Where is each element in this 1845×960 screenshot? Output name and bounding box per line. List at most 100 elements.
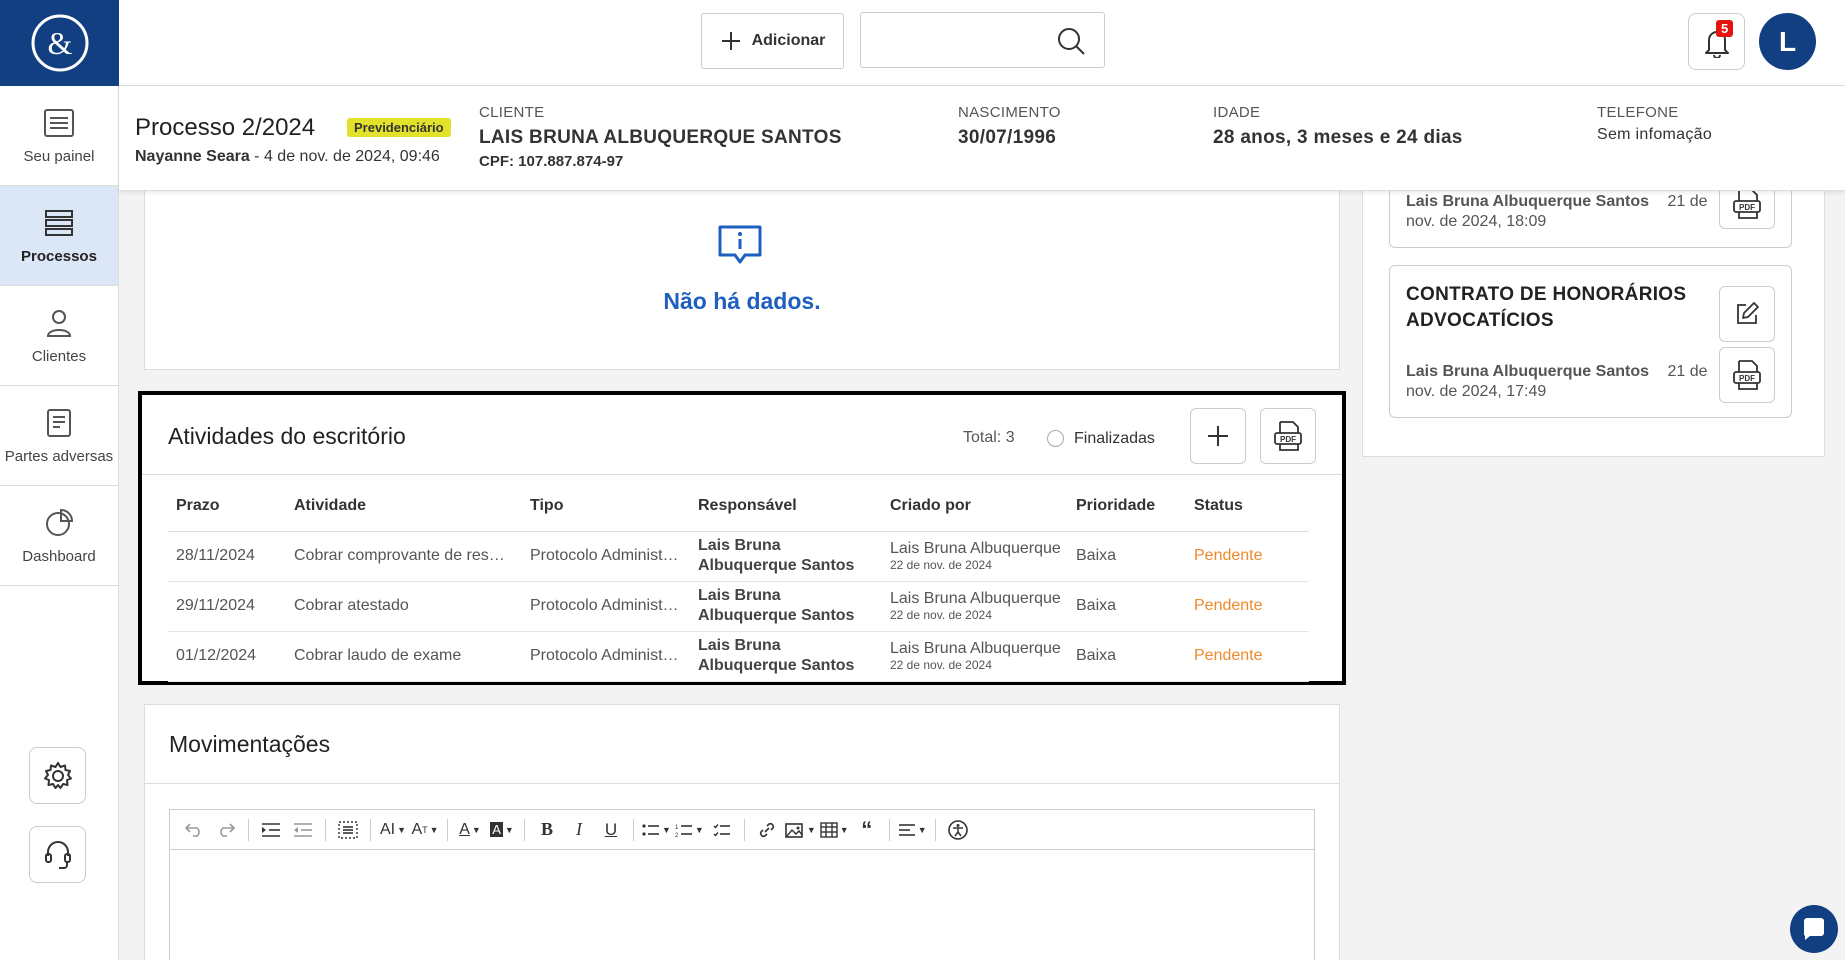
- font-color-icon[interactable]: A ▼: [456, 816, 484, 844]
- search-input[interactable]: [860, 12, 1105, 68]
- list-icon: [42, 106, 76, 140]
- edit-document-button[interactable]: [1719, 286, 1775, 342]
- document-meta: Lais Bruna Albuquerque Santos 21 de nov.…: [1406, 362, 1708, 402]
- documents-panel: Lais Bruna Albuquerque Santos 21 de nov.…: [1362, 179, 1825, 457]
- pdf-icon: PDF: [1274, 421, 1302, 451]
- italic-icon[interactable]: I: [565, 816, 593, 844]
- column-header-status[interactable]: Status: [1186, 481, 1309, 532]
- avatar[interactable]: L: [1759, 13, 1816, 70]
- pdf-icon: PDF: [1733, 188, 1761, 219]
- chat-button[interactable]: [1790, 905, 1838, 953]
- cell-criado-por: Lais Bruna Albuquerque 22 de nov. de 2024: [882, 631, 1068, 682]
- brand-logo[interactable]: &: [0, 0, 119, 86]
- process-author: Nayanne Seara: [135, 148, 250, 165]
- phone-value: Sem infomação: [1597, 126, 1713, 143]
- finalized-radio[interactable]: [1047, 430, 1064, 447]
- table-row[interactable]: 28/11/2024 Cobrar comprovante de residên…: [168, 531, 1309, 582]
- table-icon[interactable]: ▼: [820, 816, 849, 844]
- add-button[interactable]: Adicionar: [701, 13, 844, 69]
- toolbar-divider: [633, 818, 634, 841]
- todo-list-icon[interactable]: [708, 816, 736, 844]
- background-color-icon[interactable]: A ▼: [488, 816, 516, 844]
- birth-label: NASCIMENTO: [958, 104, 1061, 121]
- sidebar-item-label: Clientes: [31, 348, 87, 365]
- notification-badge: 5: [1716, 20, 1734, 37]
- column-header-prioridade[interactable]: Prioridade: [1068, 481, 1186, 532]
- blockquote-icon[interactable]: “: [853, 816, 881, 844]
- cell-prioridade: Baixa: [1068, 631, 1186, 682]
- table-row[interactable]: 29/11/2024 Cobrar atestado Protocolo Adm…: [168, 581, 1309, 632]
- indent-icon[interactable]: [257, 816, 285, 844]
- client-field: CLIENTE LAIS BRUNA ALBUQUERQUE SANTOS CP…: [479, 104, 842, 170]
- creator-name: Lais Bruna Albuquerque: [890, 640, 1061, 657]
- document-card[interactable]: Lais Bruna Albuquerque Santos 21 de nov.…: [1389, 179, 1792, 248]
- cell-status: Pendente: [1186, 531, 1309, 582]
- cell-atividade-text: Cobrar comprovante de residência: [294, 547, 506, 564]
- sidebar-item-partes-adversas[interactable]: Partes adversas: [0, 386, 118, 486]
- activities-total: Total: 3: [963, 429, 1015, 446]
- activities-title: Atividades do escritório: [168, 423, 406, 449]
- font-family-icon[interactable]: A T ▼: [411, 816, 439, 844]
- bulleted-list-icon[interactable]: ▼: [642, 816, 671, 844]
- sidebar-item-dashboard[interactable]: Dashboard: [0, 486, 118, 586]
- document-date-rest: nov. de 2024, 18:09: [1406, 213, 1547, 230]
- download-pdf-button[interactable]: PDF: [1719, 347, 1775, 403]
- export-pdf-button[interactable]: PDF: [1260, 408, 1316, 464]
- activities-divider: [142, 474, 1342, 475]
- cell-tipo: Protocolo Administrativo: [522, 531, 690, 582]
- column-header-criado-por[interactable]: Criado por: [882, 481, 1068, 532]
- underline-icon[interactable]: U: [597, 816, 625, 844]
- column-header-atividade[interactable]: Atividade: [286, 481, 522, 532]
- link-icon[interactable]: [753, 816, 781, 844]
- accessibility-icon[interactable]: [944, 816, 972, 844]
- search-icon[interactable]: [1056, 26, 1086, 61]
- outdent-icon[interactable]: [289, 816, 317, 844]
- sidebar-item-label: Dashboard: [22, 548, 96, 565]
- creator-date: 22 de nov. de 2024: [890, 608, 992, 622]
- cell-prazo: 29/11/2024: [168, 581, 286, 632]
- creator-date: 22 de nov. de 2024: [890, 658, 992, 672]
- svg-text:&: &: [47, 25, 72, 61]
- cell-responsavel: Lais Bruna Albuquerque Santos: [690, 581, 882, 632]
- notifications-button[interactable]: 5: [1688, 13, 1745, 70]
- movements-card: Movimentações AI ▼ A T ▼ A ▼ A ▼ B I U ▼ 1 2 ▼: [144, 704, 1340, 960]
- cell-atividade: Cobrar comprovante de residência: [286, 531, 522, 582]
- numbered-list-icon[interactable]: 1 2 ▼: [675, 816, 704, 844]
- sidebar-item-clientes[interactable]: Clientes: [0, 286, 118, 386]
- svg-text:1: 1: [675, 825, 679, 831]
- rich-text-editor[interactable]: AI ▼ A T ▼ A ▼ A ▼ B I U ▼ 1 2 ▼ ▼ ▼ “ ▼: [169, 809, 1315, 960]
- table-row[interactable]: 01/12/2024 Cobrar laudo de exame Protoco…: [168, 631, 1309, 682]
- toolbar-divider: [934, 818, 936, 841]
- image-icon[interactable]: ▼: [785, 816, 816, 844]
- document-date-rest: nov. de 2024, 17:49: [1406, 383, 1547, 400]
- undo-icon[interactable]: [180, 816, 208, 844]
- gear-icon: [43, 761, 72, 789]
- sidebar-item-label: Processos: [21, 248, 97, 265]
- settings-button[interactable]: [29, 747, 86, 804]
- sidebar-item-processos[interactable]: Processos: [0, 186, 118, 286]
- align-icon[interactable]: ▼: [898, 816, 927, 844]
- cell-tipo: Protocolo Administrativo: [522, 631, 690, 682]
- cell-tipo: Protocolo Administrativo: [522, 581, 690, 632]
- redo-icon[interactable]: [212, 816, 240, 844]
- bold-icon[interactable]: B: [533, 816, 561, 844]
- process-header: Processo 2/2024 Previdenciário Nayanne S…: [119, 86, 1845, 191]
- plus-icon: [721, 32, 740, 50]
- select-all-icon[interactable]: [334, 816, 362, 844]
- finalized-label: Finalizadas: [1074, 430, 1155, 447]
- add-activity-button[interactable]: [1190, 408, 1246, 464]
- activities-card: Atividades do escritório Total: 3 Finali…: [138, 391, 1346, 685]
- sidebar-item-seu-painel[interactable]: Seu painel: [0, 86, 118, 186]
- column-header-responsavel[interactable]: Responsável: [690, 481, 882, 532]
- cell-atividade-text: Cobrar atestado: [294, 597, 409, 614]
- age-label: IDADE: [1213, 104, 1261, 121]
- font-size-icon[interactable]: AI ▼: [379, 816, 407, 844]
- document-card[interactable]: CONTRATO DE HONORÁRIOS ADVOCATÍCIOS PDF …: [1389, 265, 1792, 418]
- editor-toolbar: AI ▼ A T ▼ A ▼ A ▼ B I U ▼ 1 2 ▼ ▼ ▼ “ ▼: [170, 810, 1314, 850]
- column-header-prazo[interactable]: Prazo: [168, 481, 286, 532]
- support-button[interactable]: [29, 826, 86, 883]
- movements-divider: [145, 783, 1339, 784]
- document-meta: Lais Bruna Albuquerque Santos 21 de nov.…: [1406, 192, 1708, 232]
- column-header-tipo[interactable]: Tipo: [522, 481, 690, 532]
- cell-criado-por: Lais Bruna Albuquerque 22 de nov. de 2024: [882, 531, 1068, 582]
